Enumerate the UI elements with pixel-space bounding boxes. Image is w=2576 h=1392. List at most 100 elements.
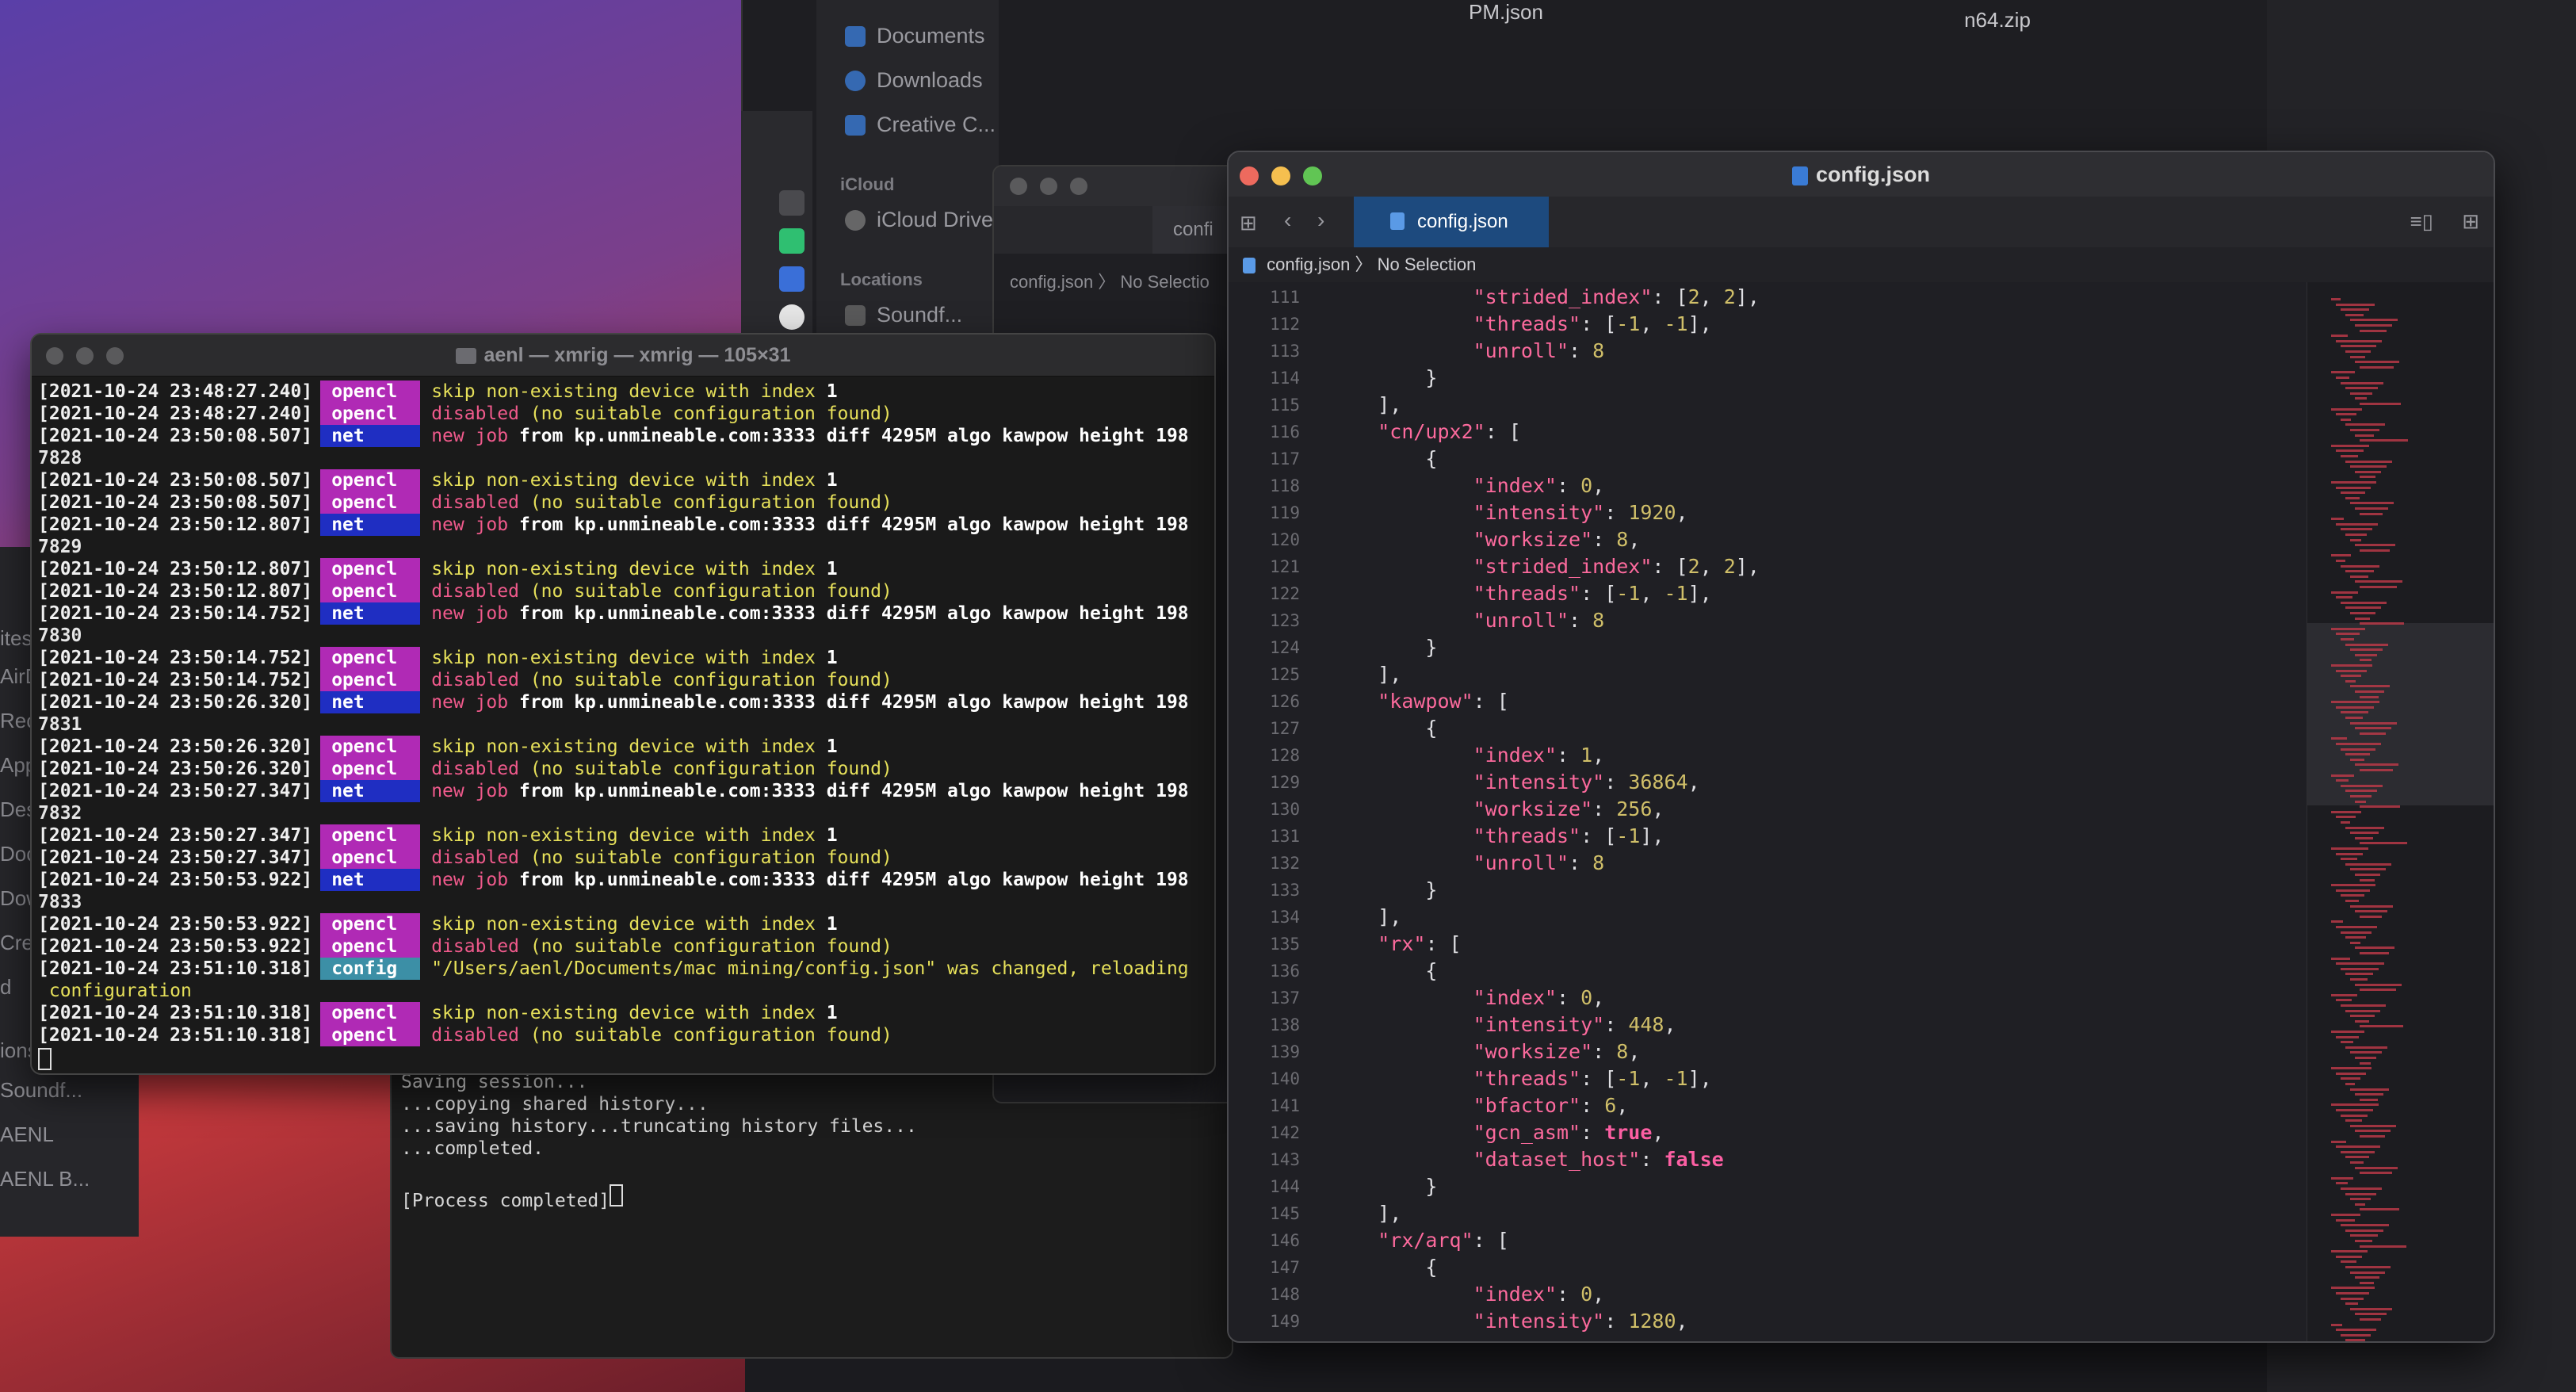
code-line[interactable]: "kawpow": [ — [1330, 688, 1509, 715]
log-text: (no suitable configuration found) — [518, 403, 892, 424]
code-line[interactable]: "threads": [-1, -1], — [1330, 311, 1712, 338]
code-line[interactable]: "gcn_asm": true, — [1330, 1119, 1664, 1146]
sidebar-fragment[interactable]: Soundf... — [0, 1078, 82, 1103]
minimap[interactable] — [2307, 282, 2494, 1341]
sidebar-item-creative-cloud[interactable]: Creative C... — [845, 113, 996, 137]
minimize-button[interactable] — [76, 347, 94, 365]
minimize-button[interactable] — [1271, 166, 1290, 185]
code-line[interactable]: "index": 1, — [1330, 742, 1605, 769]
code-line[interactable]: "strided_index": [2, 2], — [1330, 553, 1760, 580]
code-line[interactable]: { — [1330, 715, 1437, 742]
code-line[interactable]: "intensity": 1920, — [1330, 499, 1688, 526]
code-line[interactable]: "index": 0, — [1330, 985, 1605, 1011]
code-editor[interactable]: 111 "strided_index": [2, 2], 112 "threads… — [1229, 282, 2307, 1341]
minimap-line — [2331, 774, 2354, 777]
close-button[interactable] — [1010, 178, 1027, 195]
tab-config-json[interactable]: config.json — [1354, 197, 1549, 247]
grid-icon[interactable]: ⊞ — [1240, 211, 1257, 235]
code-line[interactable]: ], — [1330, 392, 1401, 419]
breadcrumb-separator: 〉 — [1355, 254, 1373, 274]
minimap-line — [2345, 826, 2384, 829]
minimap-line — [2341, 1297, 2364, 1300]
sidebar-fragment[interactable]: Cre — [0, 931, 33, 955]
minimap-line — [2360, 549, 2390, 552]
code-line[interactable]: "threads": [-1, -1], — [1330, 580, 1712, 607]
close-button[interactable] — [1240, 166, 1259, 185]
forward-icon[interactable]: › — [1317, 208, 1324, 233]
code-line[interactable]: "cn/upx2": [ — [1330, 419, 1521, 446]
code-line[interactable]: ], — [1330, 904, 1401, 931]
minimap-line — [2341, 455, 2358, 457]
code-line[interactable]: "bfactor": 6, — [1330, 1092, 1629, 1119]
code-line[interactable]: "worksize": 8, — [1330, 1038, 1641, 1065]
zoom-button[interactable] — [106, 347, 124, 365]
minimap-line — [2345, 313, 2364, 316]
code-line[interactable]: "strided_index": [2, 2], — [1330, 284, 1760, 311]
minimap-line — [2341, 711, 2368, 714]
terminal-line: ...completed. — [401, 1138, 545, 1159]
sidebar-item-documents[interactable]: Documents — [845, 24, 985, 48]
zoom-button[interactable] — [1070, 178, 1087, 195]
code-line[interactable]: ], — [1330, 661, 1401, 688]
minimap-line — [2345, 387, 2378, 390]
code-line[interactable]: } — [1330, 877, 1437, 904]
sidebar-item-soundflower[interactable]: Soundf... — [845, 303, 962, 327]
zoom-button[interactable] — [1303, 166, 1322, 185]
back-icon[interactable]: ‹ — [1284, 208, 1291, 233]
breadcrumb-file[interactable]: config.json — [1267, 254, 1350, 274]
terminal-line-continuation: 7831 — [38, 714, 82, 735]
minimap-line — [2355, 874, 2380, 876]
file-item[interactable]: PM.json — [1427, 0, 1585, 24]
code-line[interactable]: } — [1330, 365, 1437, 392]
code-line[interactable]: "intensity": 1280, — [1330, 1308, 1688, 1335]
sidebar-item-icloud-drive[interactable]: iCloud Drive — [845, 208, 993, 232]
code-line[interactable]: ], — [1330, 1200, 1401, 1227]
code-line[interactable]: "worksize": 256, — [1330, 796, 1664, 823]
terminal-line: [2021-10-24 23:50:14.752] net new job from… — [38, 602, 1208, 625]
app-icon[interactable] — [779, 190, 805, 216]
code-line[interactable]: "rx": [ — [1330, 931, 1461, 958]
sidebar-item-downloads[interactable]: Downloads — [845, 68, 983, 93]
minimap-line — [2350, 795, 2372, 797]
terminal-output[interactable]: [2021-10-24 23:48:27.240] opencl skip non-… — [38, 381, 1208, 1073]
terminal-prompt[interactable] — [38, 1046, 1208, 1070]
code-line[interactable]: "rx/arq": [ — [1330, 1227, 1509, 1254]
code-line[interactable]: "intensity": 36864, — [1330, 769, 1700, 796]
minimap-line — [2345, 496, 2360, 499]
code-line[interactable]: { — [1330, 1254, 1437, 1281]
code-line[interactable]: } — [1330, 1173, 1437, 1200]
code-line[interactable]: "threads": [-1], — [1330, 823, 1664, 850]
file-item[interactable]: n64.zip — [1918, 8, 2077, 32]
code-line[interactable]: { — [1330, 958, 1437, 985]
breadcrumb[interactable]: config.json 〉 No Selectio — [1010, 268, 1210, 293]
minimap-line — [2341, 638, 2354, 641]
code-line[interactable]: "index": 0, — [1330, 1281, 1605, 1308]
code-line[interactable]: "worksize": 8, — [1330, 526, 1641, 553]
code-line[interactable]: "unroll": 8 — [1330, 850, 1605, 877]
code-line[interactable]: "threads": [-1, -1], — [1330, 1065, 1712, 1092]
sidebar-fragment[interactable]: AENL B... — [0, 1167, 90, 1191]
code-line[interactable]: "unroll": 8 — [1330, 338, 1605, 365]
app-icon[interactable] — [779, 228, 805, 254]
sidebar-fragment[interactable]: AENL — [0, 1122, 54, 1147]
minimize-button[interactable] — [1040, 178, 1057, 195]
code-line[interactable]: } — [1330, 634, 1437, 661]
code-line[interactable]: { — [1330, 446, 1437, 472]
minimap-line — [2336, 449, 2364, 453]
app-icon[interactable] — [779, 304, 805, 330]
minimap-viewport[interactable] — [2307, 623, 2494, 805]
breadcrumb-selection[interactable]: No Selection — [1378, 254, 1477, 274]
adjust-editor-icon[interactable]: ≡▯ — [2410, 209, 2433, 234]
code-line[interactable]: "index": 0, — [1330, 472, 1605, 499]
code-line[interactable]: "dataset_host": false — [1330, 1146, 1724, 1173]
minimap-line — [2331, 957, 2350, 960]
log-timestamp: [2021-10-24 23:51:10.318] — [38, 958, 313, 979]
code-line[interactable]: "intensity": 448, — [1330, 1011, 1676, 1038]
split-editor-icon[interactable]: ⊞ — [2462, 209, 2479, 234]
app-icon[interactable] — [779, 266, 805, 292]
minimap-line — [2345, 936, 2366, 939]
log-tag-net: net — [320, 780, 421, 802]
code-line[interactable]: "unroll": 8 — [1330, 607, 1605, 634]
minimap-line — [2345, 1046, 2387, 1049]
close-button[interactable] — [46, 347, 63, 365]
